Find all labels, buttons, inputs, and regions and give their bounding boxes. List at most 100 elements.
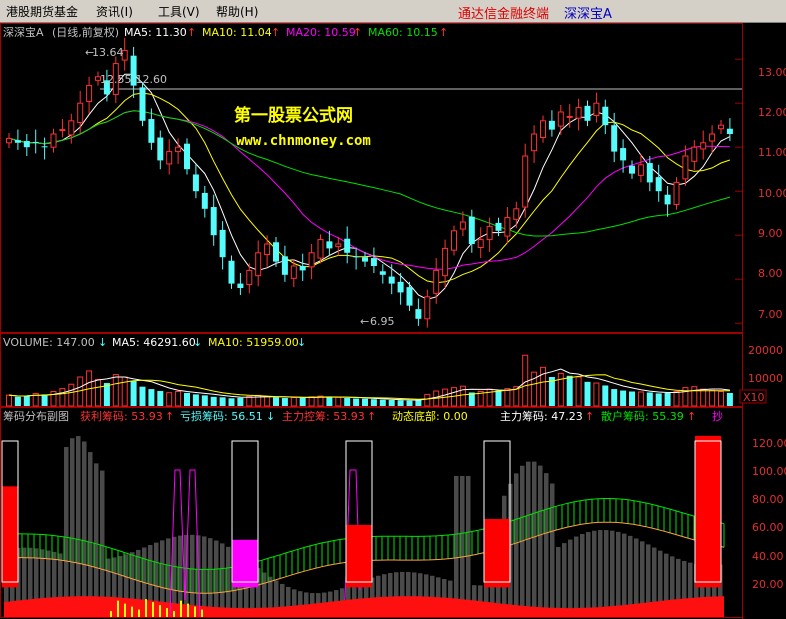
ma10-up-arrow-icon: ↑ bbox=[271, 26, 280, 39]
volume-bar bbox=[370, 399, 377, 406]
chip-bar bbox=[190, 534, 195, 617]
chip-bar bbox=[64, 447, 69, 617]
candle-body bbox=[379, 271, 386, 275]
volume-bar bbox=[397, 400, 404, 406]
volume-bar bbox=[112, 374, 119, 407]
candle-body bbox=[531, 133, 538, 152]
volume-bar bbox=[646, 392, 653, 406]
volume-bars bbox=[6, 354, 733, 407]
high-arrow-icon: ← bbox=[85, 46, 94, 59]
volume-bar bbox=[718, 391, 724, 407]
volume-tick: 10000 bbox=[748, 372, 783, 385]
ma60-line bbox=[8, 110, 731, 237]
candle-body bbox=[228, 260, 235, 284]
volume-bar bbox=[709, 389, 716, 407]
chip-bar bbox=[556, 547, 561, 617]
main-chips-up-arrow-icon: ↑ bbox=[585, 410, 594, 423]
candle-body bbox=[709, 133, 716, 142]
candle-body bbox=[353, 256, 360, 258]
chip-bar bbox=[622, 533, 627, 617]
price-tick: 12.00 bbox=[758, 106, 786, 119]
bottom-signal-bar bbox=[138, 609, 140, 617]
chip-tick: 80.00 bbox=[752, 493, 784, 506]
vol-ma5-label: MA5: 46291.60 bbox=[112, 336, 196, 349]
volume-bar bbox=[495, 390, 502, 406]
menu-bar: 港股期货基金 资讯(I) 工具(V) 帮助(H) 通达信金融终端 深深宝A bbox=[0, 0, 786, 23]
volume-bar bbox=[273, 397, 279, 406]
candle-body bbox=[504, 217, 511, 237]
ma60-label: MA60: 10.15 bbox=[368, 26, 438, 39]
chip-bar bbox=[70, 438, 75, 617]
ma-lines bbox=[8, 73, 731, 300]
chip-signal-fill bbox=[2, 486, 18, 588]
ma60-up-arrow-icon: ↑ bbox=[439, 26, 448, 39]
candle-body bbox=[264, 243, 271, 256]
chip-tick: 100.00 bbox=[752, 465, 786, 478]
candle-body bbox=[6, 137, 12, 144]
candle-body bbox=[566, 115, 573, 118]
low-annotation: 6.95 bbox=[370, 315, 395, 328]
candle-body bbox=[23, 141, 30, 148]
chip-signal-fill bbox=[695, 435, 721, 588]
candle-body bbox=[175, 146, 182, 153]
menu-news[interactable]: 资讯(I) bbox=[96, 3, 133, 20]
chip-bar bbox=[466, 475, 471, 617]
candle-body bbox=[424, 296, 431, 320]
vol-ma10-down-arrow-icon: ↓ bbox=[297, 336, 306, 349]
chip-header: 筹码分布副图 获利筹码: 53.93 ↑ 亏损筹码: 56.51 ↓ 主力控筹:… bbox=[3, 409, 723, 423]
candle-body bbox=[344, 238, 351, 253]
bottom-signal-bar bbox=[180, 600, 182, 617]
price-grid bbox=[735, 58, 742, 324]
volume-bar bbox=[602, 385, 609, 406]
chip-bar bbox=[100, 470, 105, 617]
dynamic-bottom-label: 动态底部: 0.00 bbox=[392, 409, 468, 423]
menu-help[interactable]: 帮助(H) bbox=[216, 3, 258, 20]
volume-bar bbox=[379, 399, 386, 406]
volume-bar bbox=[299, 397, 306, 406]
menu-hk-futures-funds[interactable]: 港股期货基金 bbox=[6, 3, 78, 20]
chip-bar bbox=[82, 441, 87, 617]
chip-bar bbox=[214, 540, 219, 617]
chip-bars bbox=[1, 435, 725, 618]
chart-area[interactable]: 深深宝A (日线,前复权) MA5: 11.30 MA10: 11.04 MA2… bbox=[0, 22, 786, 619]
volume-bar bbox=[406, 400, 413, 406]
chip-bar bbox=[514, 473, 519, 617]
chip-bar bbox=[580, 533, 585, 617]
chip-bar bbox=[94, 463, 99, 617]
volume-bar bbox=[201, 395, 208, 406]
candle-body bbox=[646, 163, 653, 183]
candle-body bbox=[664, 194, 671, 205]
watermark-url: www.chnmoney.com bbox=[236, 133, 371, 149]
volume-bar bbox=[388, 399, 395, 406]
volume-bar bbox=[95, 378, 101, 407]
volume-bar bbox=[637, 391, 644, 407]
candle-body bbox=[308, 252, 315, 268]
chip-signal-fill bbox=[484, 519, 510, 588]
volume-bar bbox=[344, 398, 351, 406]
volume-bar bbox=[59, 388, 66, 407]
candle-body bbox=[77, 102, 84, 124]
volume-bar bbox=[575, 376, 582, 407]
candle-body bbox=[32, 141, 39, 143]
volume-bar bbox=[326, 397, 333, 406]
chip-bar bbox=[208, 538, 213, 617]
chip-bar bbox=[568, 539, 573, 617]
menu-tools[interactable]: 工具(V) bbox=[158, 3, 200, 20]
volume-bar bbox=[726, 392, 733, 406]
candle-body bbox=[655, 177, 662, 192]
volume-bar bbox=[415, 399, 422, 406]
volume-bar bbox=[264, 396, 271, 407]
volume-bar bbox=[228, 398, 235, 406]
vol-ma10-label: MA10: 51959.00 bbox=[208, 336, 299, 349]
candle-body bbox=[157, 137, 164, 161]
bottom-signal-bar bbox=[152, 602, 154, 617]
ma20-up-arrow-icon: ↑ bbox=[353, 26, 362, 39]
candle-body bbox=[477, 239, 484, 249]
candle-body bbox=[522, 155, 529, 208]
candle-body bbox=[433, 269, 440, 294]
chip-bar bbox=[460, 475, 465, 617]
bottom-signal-bar bbox=[124, 603, 126, 617]
volume-bar bbox=[130, 380, 137, 406]
bottom-signal-bar bbox=[187, 603, 189, 617]
extra-label: 抄 bbox=[712, 409, 723, 423]
